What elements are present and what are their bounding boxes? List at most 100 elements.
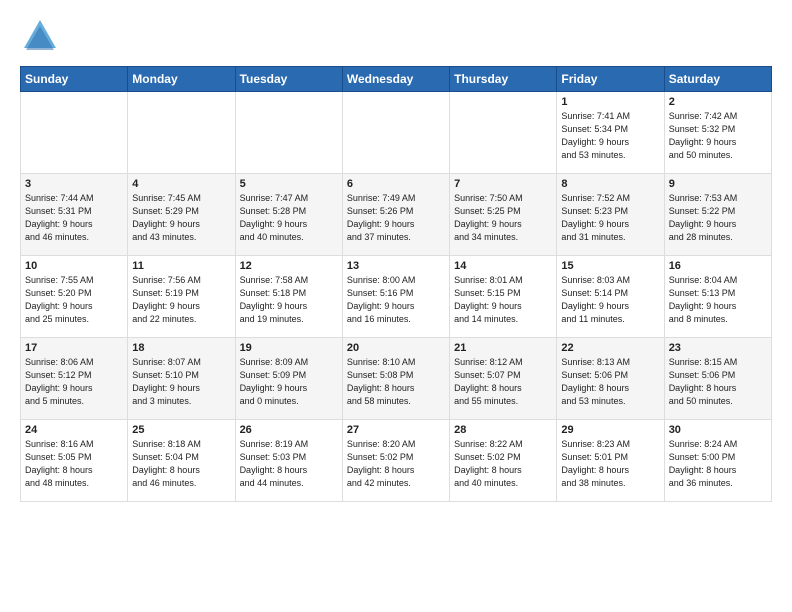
day-info: Sunrise: 8:06 AM Sunset: 5:12 PM Dayligh… <box>25 356 123 408</box>
weekday-header: Wednesday <box>342 67 449 92</box>
day-info: Sunrise: 7:58 AM Sunset: 5:18 PM Dayligh… <box>240 274 338 326</box>
day-info: Sunrise: 7:52 AM Sunset: 5:23 PM Dayligh… <box>561 192 659 244</box>
calendar-week-row: 24 Sunrise: 8:16 AM Sunset: 5:05 PM Dayli… <box>21 420 772 502</box>
day-info: Sunrise: 8:01 AM Sunset: 5:15 PM Dayligh… <box>454 274 552 326</box>
calendar-day-cell: 13 Sunrise: 8:00 AM Sunset: 5:16 PM Dayli… <box>342 256 449 338</box>
day-info: Sunrise: 8:09 AM Sunset: 5:09 PM Dayligh… <box>240 356 338 408</box>
day-number: 25 <box>132 424 230 436</box>
day-info: Sunrise: 7:42 AM Sunset: 5:32 PM Dayligh… <box>669 110 767 162</box>
calendar-week-row: 1 Sunrise: 7:41 AM Sunset: 5:34 PM Daylig… <box>21 92 772 174</box>
calendar-day-cell: 29 Sunrise: 8:23 AM Sunset: 5:01 PM Dayli… <box>557 420 664 502</box>
calendar-day-cell: 10 Sunrise: 7:55 AM Sunset: 5:20 PM Dayli… <box>21 256 128 338</box>
calendar-day-cell: 5 Sunrise: 7:47 AM Sunset: 5:28 PM Daylig… <box>235 174 342 256</box>
weekday-header: Tuesday <box>235 67 342 92</box>
calendar-day-cell: 12 Sunrise: 7:58 AM Sunset: 5:18 PM Dayli… <box>235 256 342 338</box>
calendar-day-cell: 11Sunrise: 7:56 AM Sunset: 5:19 PM Dayli… <box>128 256 235 338</box>
day-number: 22 <box>561 342 659 354</box>
day-number: 21 <box>454 342 552 354</box>
day-number: 23 <box>669 342 767 354</box>
day-info: Sunrise: 8:18 AM Sunset: 5:04 PM Dayligh… <box>132 438 230 490</box>
calendar-day-cell: 19 Sunrise: 8:09 AM Sunset: 5:09 PM Dayli… <box>235 338 342 420</box>
day-number: 28 <box>454 424 552 436</box>
day-number: 5 <box>240 178 338 190</box>
calendar-day-cell: 6 Sunrise: 7:49 AM Sunset: 5:26 PM Daylig… <box>342 174 449 256</box>
day-number: 17 <box>25 342 123 354</box>
logo <box>20 16 64 56</box>
day-info: Sunrise: 7:56 AM Sunset: 5:19 PM Dayligh… <box>132 274 230 326</box>
calendar-day-cell: 16 Sunrise: 8:04 AM Sunset: 5:13 PM Dayli… <box>664 256 771 338</box>
day-number: 12 <box>240 260 338 272</box>
calendar-day-cell: 20 Sunrise: 8:10 AM Sunset: 5:08 PM Dayli… <box>342 338 449 420</box>
calendar-day-cell <box>21 92 128 174</box>
day-number: 20 <box>347 342 445 354</box>
day-number: 10 <box>25 260 123 272</box>
calendar-day-cell: 25 Sunrise: 8:18 AM Sunset: 5:04 PM Dayli… <box>128 420 235 502</box>
day-info: Sunrise: 7:53 AM Sunset: 5:22 PM Dayligh… <box>669 192 767 244</box>
day-number: 6 <box>347 178 445 190</box>
day-number: 29 <box>561 424 659 436</box>
day-info: Sunrise: 7:55 AM Sunset: 5:20 PM Dayligh… <box>25 274 123 326</box>
day-number: 26 <box>240 424 338 436</box>
calendar-day-cell: 3Sunrise: 7:44 AM Sunset: 5:31 PM Daylig… <box>21 174 128 256</box>
calendar-day-cell: 7Sunrise: 7:50 AM Sunset: 5:25 PM Daylig… <box>450 174 557 256</box>
page: SundayMondayTuesdayWednesdayThursdayFrid… <box>0 0 792 512</box>
calendar-day-cell: 14 Sunrise: 8:01 AM Sunset: 5:15 PM Dayli… <box>450 256 557 338</box>
day-info: Sunrise: 8:19 AM Sunset: 5:03 PM Dayligh… <box>240 438 338 490</box>
day-number: 19 <box>240 342 338 354</box>
weekday-header: Saturday <box>664 67 771 92</box>
day-info: Sunrise: 8:13 AM Sunset: 5:06 PM Dayligh… <box>561 356 659 408</box>
calendar-day-cell: 24 Sunrise: 8:16 AM Sunset: 5:05 PM Dayli… <box>21 420 128 502</box>
day-info: Sunrise: 7:44 AM Sunset: 5:31 PM Dayligh… <box>25 192 123 244</box>
calendar-day-cell: 8 Sunrise: 7:52 AM Sunset: 5:23 PM Daylig… <box>557 174 664 256</box>
day-number: 18 <box>132 342 230 354</box>
calendar-day-cell <box>235 92 342 174</box>
calendar-day-cell: 2 Sunrise: 7:42 AM Sunset: 5:32 PM Daylig… <box>664 92 771 174</box>
day-info: Sunrise: 8:07 AM Sunset: 5:10 PM Dayligh… <box>132 356 230 408</box>
calendar-day-cell: 22 Sunrise: 8:13 AM Sunset: 5:06 PM Dayli… <box>557 338 664 420</box>
day-info: Sunrise: 7:47 AM Sunset: 5:28 PM Dayligh… <box>240 192 338 244</box>
day-number: 27 <box>347 424 445 436</box>
calendar-day-cell: 23 Sunrise: 8:15 AM Sunset: 5:06 PM Dayli… <box>664 338 771 420</box>
day-info: Sunrise: 8:10 AM Sunset: 5:08 PM Dayligh… <box>347 356 445 408</box>
calendar-day-cell: 18 Sunrise: 8:07 AM Sunset: 5:10 PM Dayli… <box>128 338 235 420</box>
calendar-day-cell: 21 Sunrise: 8:12 AM Sunset: 5:07 PM Dayli… <box>450 338 557 420</box>
day-number: 24 <box>25 424 123 436</box>
day-number: 2 <box>669 96 767 108</box>
calendar-day-cell: 17 Sunrise: 8:06 AM Sunset: 5:12 PM Dayli… <box>21 338 128 420</box>
calendar-day-cell <box>450 92 557 174</box>
day-number: 9 <box>669 178 767 190</box>
calendar-table: SundayMondayTuesdayWednesdayThursdayFrid… <box>20 66 772 502</box>
day-number: 16 <box>669 260 767 272</box>
day-info: Sunrise: 8:12 AM Sunset: 5:07 PM Dayligh… <box>454 356 552 408</box>
day-number: 7 <box>454 178 552 190</box>
day-info: Sunrise: 8:15 AM Sunset: 5:06 PM Dayligh… <box>669 356 767 408</box>
day-number: 14 <box>454 260 552 272</box>
day-number: 30 <box>669 424 767 436</box>
calendar-day-cell: 9 Sunrise: 7:53 AM Sunset: 5:22 PM Daylig… <box>664 174 771 256</box>
day-number: 1 <box>561 96 659 108</box>
day-info: Sunrise: 8:22 AM Sunset: 5:02 PM Dayligh… <box>454 438 552 490</box>
weekday-header: Thursday <box>450 67 557 92</box>
day-info: Sunrise: 7:41 AM Sunset: 5:34 PM Dayligh… <box>561 110 659 162</box>
calendar-day-cell: 27Sunrise: 8:20 AM Sunset: 5:02 PM Dayli… <box>342 420 449 502</box>
header <box>20 16 772 56</box>
calendar-week-row: 17 Sunrise: 8:06 AM Sunset: 5:12 PM Dayli… <box>21 338 772 420</box>
calendar-day-cell: 28 Sunrise: 8:22 AM Sunset: 5:02 PM Dayli… <box>450 420 557 502</box>
calendar-day-cell: 15 Sunrise: 8:03 AM Sunset: 5:14 PM Dayli… <box>557 256 664 338</box>
day-number: 15 <box>561 260 659 272</box>
day-info: Sunrise: 8:04 AM Sunset: 5:13 PM Dayligh… <box>669 274 767 326</box>
day-info: Sunrise: 8:00 AM Sunset: 5:16 PM Dayligh… <box>347 274 445 326</box>
weekday-header: Sunday <box>21 67 128 92</box>
day-number: 4 <box>132 178 230 190</box>
day-info: Sunrise: 7:49 AM Sunset: 5:26 PM Dayligh… <box>347 192 445 244</box>
day-info: Sunrise: 8:03 AM Sunset: 5:14 PM Dayligh… <box>561 274 659 326</box>
day-info: Sunrise: 7:45 AM Sunset: 5:29 PM Dayligh… <box>132 192 230 244</box>
calendar-day-cell: 4 Sunrise: 7:45 AM Sunset: 5:29 PM Daylig… <box>128 174 235 256</box>
day-info: Sunrise: 8:16 AM Sunset: 5:05 PM Dayligh… <box>25 438 123 490</box>
day-number: 8 <box>561 178 659 190</box>
day-info: Sunrise: 8:23 AM Sunset: 5:01 PM Dayligh… <box>561 438 659 490</box>
day-number: 13 <box>347 260 445 272</box>
logo-icon <box>20 16 60 56</box>
calendar-week-row: 10 Sunrise: 7:55 AM Sunset: 5:20 PM Dayli… <box>21 256 772 338</box>
calendar-day-cell <box>342 92 449 174</box>
